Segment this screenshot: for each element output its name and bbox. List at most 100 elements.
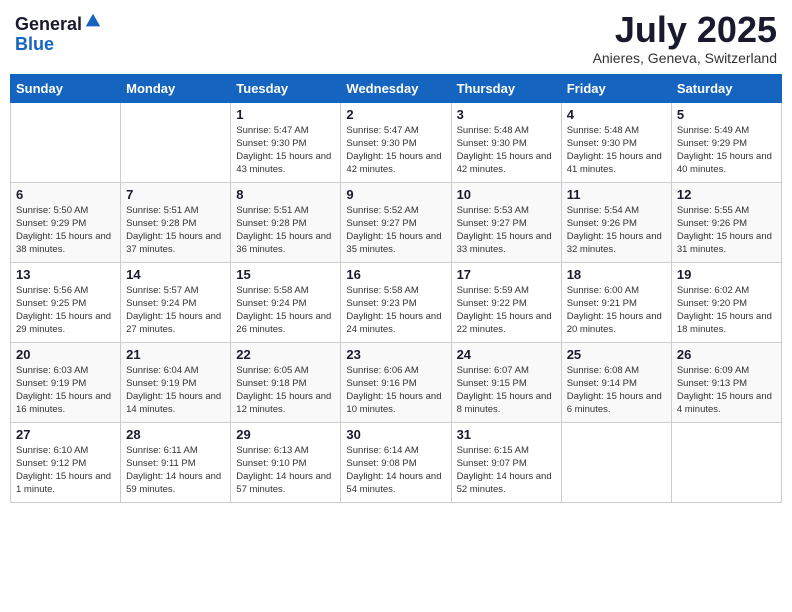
calendar-cell: 1 Sunrise: 5:47 AMSunset: 9:30 PMDaylight…	[231, 102, 341, 182]
calendar-cell: 22 Sunrise: 6:05 AMSunset: 9:18 PMDayligh…	[231, 342, 341, 422]
day-info: Sunrise: 5:52 AMSunset: 9:27 PMDaylight:…	[346, 204, 445, 257]
day-info: Sunrise: 5:58 AMSunset: 9:23 PMDaylight:…	[346, 284, 445, 337]
day-number: 31	[457, 427, 556, 442]
calendar-cell: 9Sunrise: 5:52 AMSunset: 9:27 PMDaylight…	[341, 182, 451, 262]
calendar-cell: 2 Sunrise: 5:47 AMSunset: 9:30 PMDaylight…	[341, 102, 451, 182]
day-number: 16	[346, 267, 445, 282]
calendar-cell: 27 Sunrise: 6:10 AMSunset: 9:12 PMDayligh…	[11, 422, 121, 502]
calendar-cell: 5 Sunrise: 5:49 AMSunset: 9:29 PMDaylight…	[671, 102, 781, 182]
calendar-cell: 8 Sunrise: 5:51 AMSunset: 9:28 PMDaylight…	[231, 182, 341, 262]
calendar-cell: 18 Sunrise: 6:00 AMSunset: 9:21 PMDayligh…	[561, 262, 671, 342]
day-info: Sunrise: 6:05 AMSunset: 9:18 PMDaylight:…	[236, 364, 335, 417]
calendar-cell: 26Sunrise: 6:09 AMSunset: 9:13 PMDayligh…	[671, 342, 781, 422]
day-info: Sunrise: 6:10 AMSunset: 9:12 PMDaylight:…	[16, 444, 115, 497]
day-info: Sunrise: 5:59 AMSunset: 9:22 PMDaylight:…	[457, 284, 556, 337]
calendar-week-row: 6 Sunrise: 5:50 AMSunset: 9:29 PMDaylight…	[11, 182, 782, 262]
day-number: 1	[236, 107, 335, 122]
calendar-header-row: SundayMondayTuesdayWednesdayThursdayFrid…	[11, 74, 782, 102]
day-info: Sunrise: 6:09 AMSunset: 9:13 PMDaylight:…	[677, 364, 776, 417]
calendar-cell: 6 Sunrise: 5:50 AMSunset: 9:29 PMDaylight…	[11, 182, 121, 262]
day-of-week-header: Monday	[121, 74, 231, 102]
calendar-cell: 21Sunrise: 6:04 AMSunset: 9:19 PMDayligh…	[121, 342, 231, 422]
day-info: Sunrise: 5:48 AMSunset: 9:30 PMDaylight:…	[457, 124, 556, 177]
day-number: 3	[457, 107, 556, 122]
day-number: 8	[236, 187, 335, 202]
calendar-cell: 19 Sunrise: 6:02 AMSunset: 9:20 PMDayligh…	[671, 262, 781, 342]
calendar-cell	[561, 422, 671, 502]
day-info: Sunrise: 5:53 AMSunset: 9:27 PMDaylight:…	[457, 204, 556, 257]
day-number: 7	[126, 187, 225, 202]
calendar-cell: 17Sunrise: 5:59 AMSunset: 9:22 PMDayligh…	[451, 262, 561, 342]
day-number: 20	[16, 347, 115, 362]
day-info: Sunrise: 5:55 AMSunset: 9:26 PMDaylight:…	[677, 204, 776, 257]
day-info: Sunrise: 6:06 AMSunset: 9:16 PMDaylight:…	[346, 364, 445, 417]
day-info: Sunrise: 6:14 AMSunset: 9:08 PMDaylight:…	[346, 444, 445, 497]
day-info: Sunrise: 6:13 AMSunset: 9:10 PMDaylight:…	[236, 444, 335, 497]
day-number: 14	[126, 267, 225, 282]
day-number: 22	[236, 347, 335, 362]
day-number: 29	[236, 427, 335, 442]
day-number: 27	[16, 427, 115, 442]
calendar-cell: 31 Sunrise: 6:15 AMSunset: 9:07 PMDayligh…	[451, 422, 561, 502]
day-number: 2	[346, 107, 445, 122]
day-info: Sunrise: 5:50 AMSunset: 9:29 PMDaylight:…	[16, 204, 115, 257]
day-number: 19	[677, 267, 776, 282]
day-number: 11	[567, 187, 666, 202]
calendar-cell: 15Sunrise: 5:58 AMSunset: 9:24 PMDayligh…	[231, 262, 341, 342]
calendar-cell: 24 Sunrise: 6:07 AMSunset: 9:15 PMDayligh…	[451, 342, 561, 422]
calendar-cell: 12Sunrise: 5:55 AMSunset: 9:26 PMDayligh…	[671, 182, 781, 262]
day-info: Sunrise: 6:15 AMSunset: 9:07 PMDaylight:…	[457, 444, 556, 497]
day-number: 6	[16, 187, 115, 202]
day-of-week-header: Friday	[561, 74, 671, 102]
day-info: Sunrise: 5:51 AMSunset: 9:28 PMDaylight:…	[126, 204, 225, 257]
day-info: Sunrise: 6:07 AMSunset: 9:15 PMDaylight:…	[457, 364, 556, 417]
day-info: Sunrise: 6:11 AMSunset: 9:11 PMDaylight:…	[126, 444, 225, 497]
calendar-cell: 11 Sunrise: 5:54 AMSunset: 9:26 PMDayligh…	[561, 182, 671, 262]
calendar-table: SundayMondayTuesdayWednesdayThursdayFrid…	[10, 74, 782, 503]
day-info: Sunrise: 6:00 AMSunset: 9:21 PMDaylight:…	[567, 284, 666, 337]
day-number: 25	[567, 347, 666, 362]
day-number: 5	[677, 107, 776, 122]
day-info: Sunrise: 6:04 AMSunset: 9:19 PMDaylight:…	[126, 364, 225, 417]
day-number: 18	[567, 267, 666, 282]
calendar-cell: 3 Sunrise: 5:48 AMSunset: 9:30 PMDaylight…	[451, 102, 561, 182]
calendar-cell	[671, 422, 781, 502]
day-number: 10	[457, 187, 556, 202]
calendar-cell: 10 Sunrise: 5:53 AMSunset: 9:27 PMDayligh…	[451, 182, 561, 262]
day-info: Sunrise: 5:58 AMSunset: 9:24 PMDaylight:…	[236, 284, 335, 337]
day-info: Sunrise: 5:54 AMSunset: 9:26 PMDaylight:…	[567, 204, 666, 257]
day-number: 28	[126, 427, 225, 442]
calendar-week-row: 20Sunrise: 6:03 AMSunset: 9:19 PMDayligh…	[11, 342, 782, 422]
calendar-cell: 13Sunrise: 5:56 AMSunset: 9:25 PMDayligh…	[11, 262, 121, 342]
day-info: Sunrise: 5:47 AMSunset: 9:30 PMDaylight:…	[236, 124, 335, 177]
calendar-cell	[121, 102, 231, 182]
day-number: 24	[457, 347, 556, 362]
calendar-cell: 16 Sunrise: 5:58 AMSunset: 9:23 PMDayligh…	[341, 262, 451, 342]
page-header: General Blue July 2025 Anieres, Geneva, …	[10, 10, 782, 66]
calendar-cell: 14 Sunrise: 5:57 AMSunset: 9:24 PMDayligh…	[121, 262, 231, 342]
calendar-cell: 23 Sunrise: 6:06 AMSunset: 9:16 PMDayligh…	[341, 342, 451, 422]
day-info: Sunrise: 6:02 AMSunset: 9:20 PMDaylight:…	[677, 284, 776, 337]
calendar-cell: 7 Sunrise: 5:51 AMSunset: 9:28 PMDaylight…	[121, 182, 231, 262]
day-of-week-header: Tuesday	[231, 74, 341, 102]
location-subtitle: Anieres, Geneva, Switzerland	[593, 50, 777, 66]
day-of-week-header: Thursday	[451, 74, 561, 102]
day-number: 23	[346, 347, 445, 362]
calendar-cell: 30 Sunrise: 6:14 AMSunset: 9:08 PMDayligh…	[341, 422, 451, 502]
day-info: Sunrise: 5:51 AMSunset: 9:28 PMDaylight:…	[236, 204, 335, 257]
day-info: Sunrise: 5:57 AMSunset: 9:24 PMDaylight:…	[126, 284, 225, 337]
calendar-week-row: 13Sunrise: 5:56 AMSunset: 9:25 PMDayligh…	[11, 262, 782, 342]
day-info: Sunrise: 5:49 AMSunset: 9:29 PMDaylight:…	[677, 124, 776, 177]
calendar-cell	[11, 102, 121, 182]
calendar-cell: 4Sunrise: 5:48 AMSunset: 9:30 PMDaylight…	[561, 102, 671, 182]
calendar-cell: 20Sunrise: 6:03 AMSunset: 9:19 PMDayligh…	[11, 342, 121, 422]
calendar-cell: 25Sunrise: 6:08 AMSunset: 9:14 PMDayligh…	[561, 342, 671, 422]
day-of-week-header: Saturday	[671, 74, 781, 102]
day-number: 30	[346, 427, 445, 442]
calendar-week-row: 1 Sunrise: 5:47 AMSunset: 9:30 PMDaylight…	[11, 102, 782, 182]
day-of-week-header: Sunday	[11, 74, 121, 102]
logo: General Blue	[15, 15, 102, 55]
day-info: Sunrise: 5:47 AMSunset: 9:30 PMDaylight:…	[346, 124, 445, 177]
logo-blue: Blue	[15, 34, 54, 54]
logo-icon	[84, 12, 102, 30]
